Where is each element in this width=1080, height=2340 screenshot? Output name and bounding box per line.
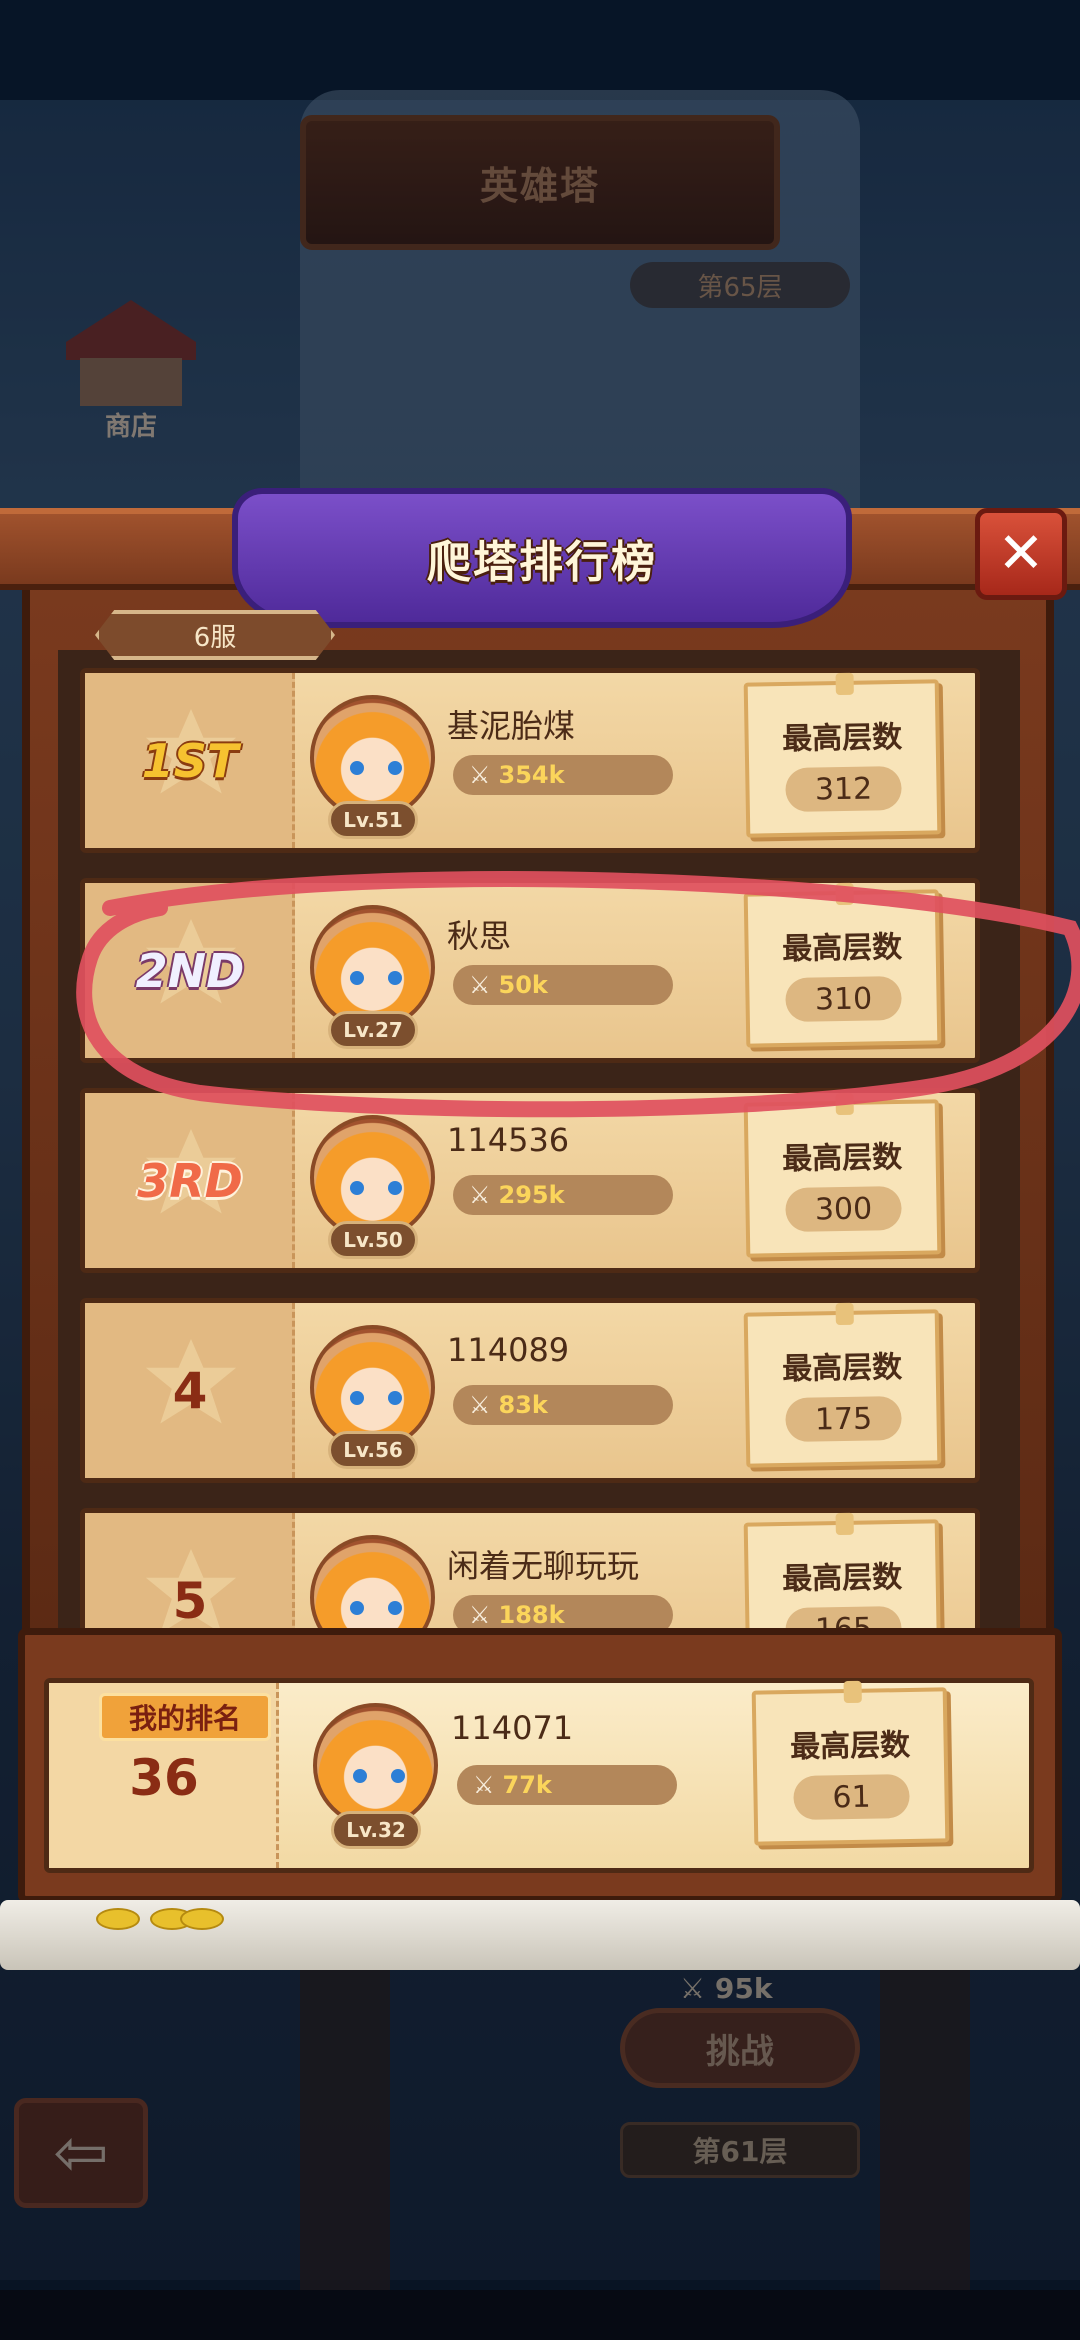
- sword-icon: ⚔: [469, 1601, 491, 1629]
- best-floor-card: 最高层数 175: [743, 1302, 942, 1468]
- highlight-annotation: [76, 871, 1080, 1118]
- leaderboard-row-4[interactable]: 4 Lv.56 114089 ⚔ 83k 最高层数 175: [80, 1298, 980, 1483]
- level-badge: Lv.32: [331, 1811, 421, 1849]
- avatar[interactable]: [310, 1535, 435, 1630]
- sword-icon: ⚔: [469, 761, 491, 789]
- player-name: 闲着无聊玩玩: [447, 1547, 640, 1585]
- my-rank-area: 我的排名 36: [49, 1683, 279, 1868]
- level-badge: Lv.50: [328, 1221, 418, 1259]
- sword-icon: ⚔: [469, 1181, 491, 1209]
- power-value: 83k: [498, 1391, 548, 1419]
- rank-label: 5: [172, 1571, 208, 1630]
- my-rank-tag: 我的排名: [99, 1693, 271, 1741]
- best-floor-label: 最高层数: [781, 1139, 903, 1178]
- leaderboard-row-5[interactable]: 5 闲着无聊玩玩 ⚔ 188k 最高层数 165: [80, 1508, 980, 1630]
- power-value: 295k: [498, 1181, 565, 1209]
- power-value: 77k: [502, 1771, 552, 1799]
- best-floor-value: 61: [793, 1773, 910, 1820]
- best-floor-label: 最高层数: [789, 1727, 911, 1766]
- best-floor-card: 最高层数 312: [743, 672, 942, 838]
- best-floor-label: 最高层数: [781, 1349, 903, 1388]
- sword-icon: ⚔: [473, 1771, 495, 1799]
- leaderboard-list[interactable]: 1ST Lv.51 基泥胎煤 ⚔ 354k 最高层数 312 2ND Lv.27 …: [80, 660, 1000, 1630]
- avatar[interactable]: [313, 1703, 438, 1828]
- coin-icon: [96, 1908, 140, 1930]
- leaderboard-banner: 爬塔排行榜: [232, 488, 852, 628]
- rank-area: 1ST: [85, 673, 295, 848]
- leaderboard-row-1[interactable]: 1ST Lv.51 基泥胎煤 ⚔ 354k 最高层数 312: [80, 668, 980, 853]
- power-value: 354k: [498, 761, 565, 789]
- player-name: 114071: [451, 1709, 574, 1747]
- player-name: 114089: [447, 1331, 570, 1369]
- rank-label: 1ST: [141, 733, 239, 788]
- close-button[interactable]: ✕: [975, 508, 1067, 600]
- power-bar: ⚔ 354k: [453, 755, 673, 795]
- my-rank-number: 36: [129, 1749, 199, 1807]
- leaderboard-title: 爬塔排行榜: [427, 537, 657, 588]
- best-floor-label: 最高层数: [781, 1559, 903, 1598]
- level-badge: Lv.56: [328, 1431, 418, 1469]
- power-value: 188k: [498, 1601, 565, 1629]
- rank-label: 4: [172, 1361, 208, 1420]
- power-bar: ⚔ 77k: [457, 1765, 677, 1805]
- best-floor-value: 300: [785, 1185, 902, 1232]
- best-floor-value: 175: [785, 1395, 902, 1442]
- power-bar: ⚔ 83k: [453, 1385, 673, 1425]
- level-badge: Lv.51: [328, 801, 418, 839]
- power-bar: ⚔ 295k: [453, 1175, 673, 1215]
- rank-area: 4: [85, 1303, 295, 1478]
- best-floor-card: 最高层数 61: [751, 1680, 950, 1846]
- best-floor-value: 165: [785, 1605, 902, 1630]
- rank-area: 5: [85, 1513, 295, 1630]
- coin-icon: [180, 1908, 224, 1930]
- best-floor-value: 312: [785, 765, 902, 812]
- best-floor-label: 最高层数: [781, 719, 903, 758]
- best-floor-card: 最高层数 165: [743, 1512, 942, 1630]
- my-rank-row[interactable]: 我的排名 36 Lv.32 114071 ⚔ 77k 最高层数 61: [44, 1678, 1034, 1873]
- player-name: 基泥胎煤: [447, 707, 576, 745]
- power-bar: ⚔ 188k: [453, 1595, 673, 1630]
- sword-icon: ⚔: [469, 1391, 491, 1419]
- server-tag[interactable]: 6服: [95, 610, 335, 660]
